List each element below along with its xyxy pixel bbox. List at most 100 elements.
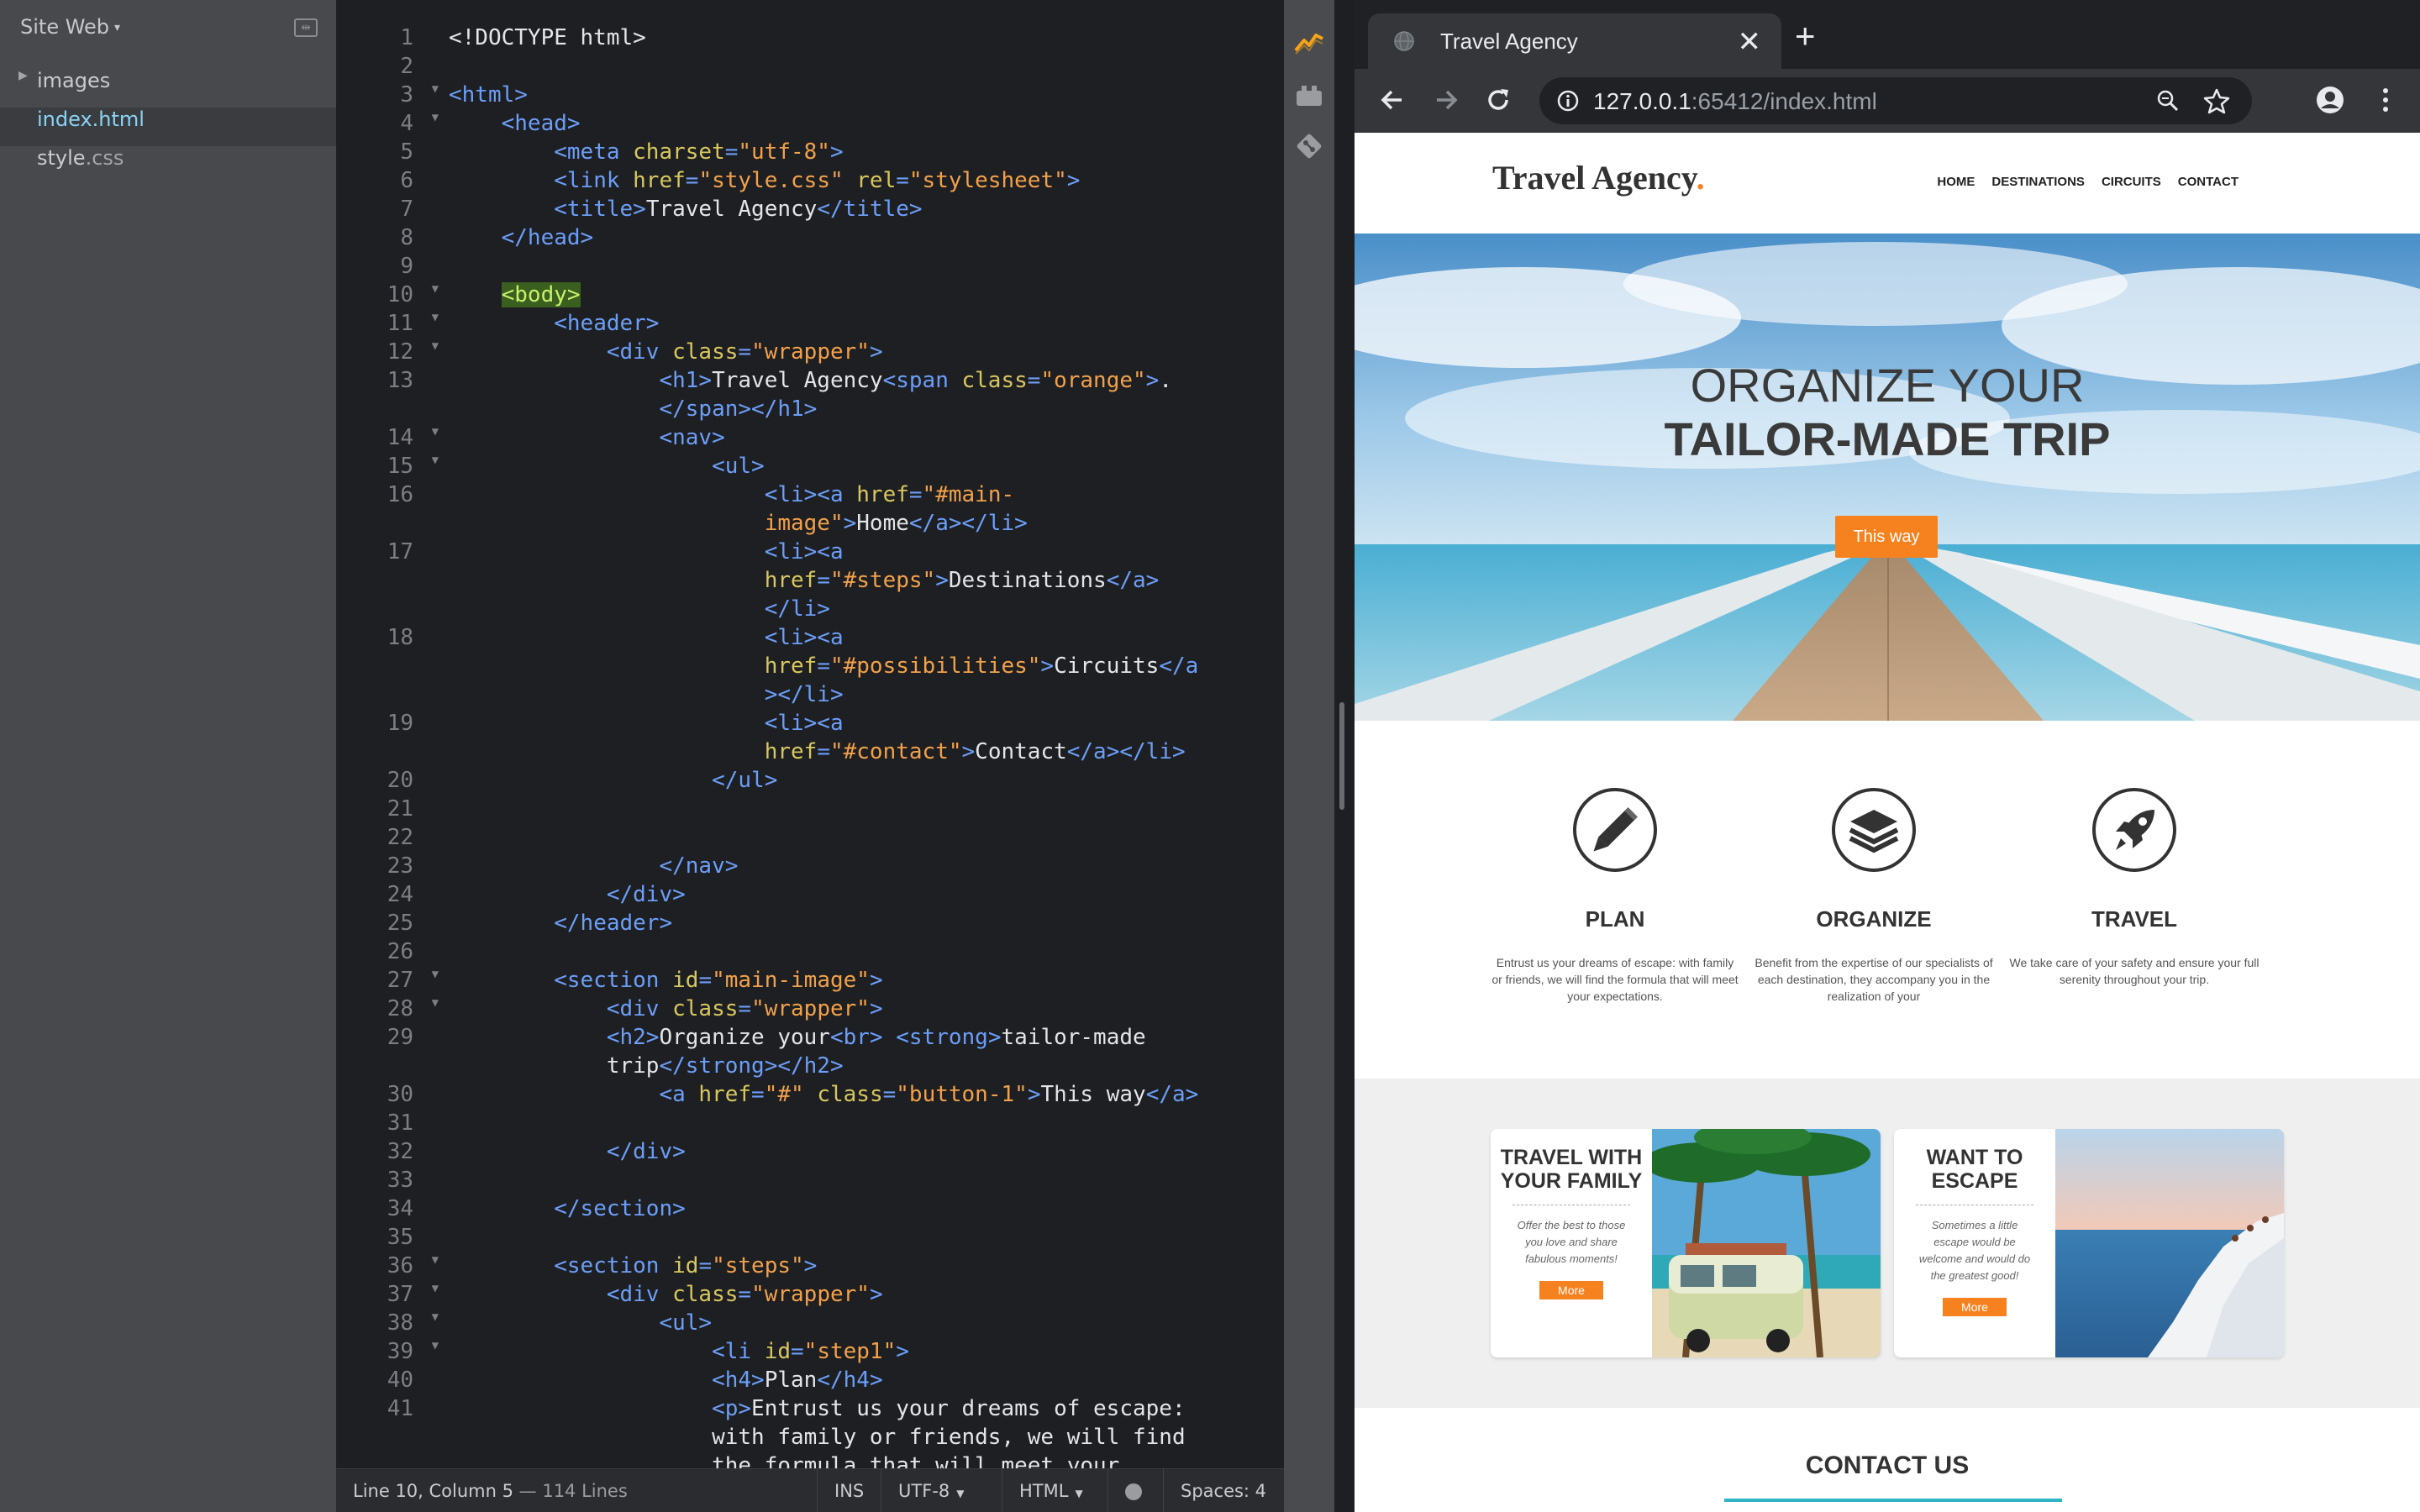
file-tree-item-index-html[interactable]: index.html [0, 108, 336, 146]
linter-status[interactable] [1107, 1469, 1161, 1512]
code-line[interactable]: <ul> [449, 1310, 1281, 1339]
splitter-grip[interactable] [1339, 702, 1344, 810]
code-line[interactable] [449, 1225, 1281, 1253]
code-line[interactable] [449, 1110, 1281, 1139]
back-arrow-icon[interactable] [1375, 82, 1410, 118]
fold-triangle-icon[interactable]: ▼ [432, 1253, 439, 1267]
code-line[interactable]: href="#possibilities">Circuits</a [449, 654, 1281, 682]
code-line[interactable]: <head> [449, 111, 1281, 139]
fold-triangle-icon[interactable]: ▼ [432, 1339, 439, 1352]
code-line[interactable]: <!DOCTYPE html> [449, 25, 1281, 54]
code-line[interactable]: </ul> [449, 768, 1281, 796]
more-button[interactable]: More [1539, 1281, 1603, 1299]
code-line[interactable]: <li><a href="#main- [449, 482, 1281, 511]
code-line[interactable]: </span></h1> [449, 396, 1281, 425]
file-tree-item-style-css[interactable]: style.css [0, 146, 336, 185]
code-line[interactable]: <title>Travel Agency</title> [449, 197, 1281, 225]
code-line[interactable]: trip</strong></h2> [449, 1053, 1281, 1082]
language-select[interactable]: HTML ▼ [1002, 1469, 1106, 1512]
nav-link-destinations[interactable]: DESTINATIONS [1991, 175, 2085, 189]
code-line[interactable] [449, 254, 1281, 282]
code-area[interactable]: <!DOCTYPE html> <html> <head> <meta chars… [449, 25, 1281, 1468]
code-line[interactable]: <ul> [449, 454, 1281, 482]
code-line[interactable]: <div class="wrapper"> [449, 996, 1281, 1025]
code-line[interactable]: </section> [449, 1196, 1281, 1225]
extension-manager-icon[interactable] [1294, 81, 1324, 111]
code-line[interactable]: <header> [449, 311, 1281, 339]
close-tab-icon[interactable]: ✕ [1738, 25, 1762, 59]
code-line[interactable]: <li id="step1"> [449, 1339, 1281, 1368]
code-editor[interactable]: 1 2 3 ▼ 4 ▼ 5 6 7 8 9 10 ▼ 11 ▼ 12 ▼ 13 14 ▼ 15 ▼ 16 17 18 19 20 21… [336, 0, 1284, 1468]
code-line[interactable]: <html> [449, 82, 1281, 111]
browser-tab[interactable]: Travel Agency ✕ [1368, 13, 1781, 69]
insert-mode-toggle[interactable]: INS [817, 1469, 881, 1512]
project-dropdown[interactable]: Site Web ▾ [20, 15, 120, 39]
code-line[interactable] [449, 1168, 1281, 1196]
more-button[interactable]: More [1943, 1298, 2007, 1316]
code-line[interactable] [449, 54, 1281, 82]
nav-link-circuits[interactable]: CIRCUITS [2102, 175, 2161, 189]
new-tab-icon[interactable]: + [1795, 18, 1816, 54]
code-line[interactable]: <link href="style.css" rel="stylesheet"> [449, 168, 1281, 197]
forward-arrow-icon[interactable] [1428, 82, 1464, 118]
code-line[interactable]: <nav> [449, 425, 1281, 454]
code-line[interactable]: ></li> [449, 682, 1281, 711]
code-line[interactable]: <meta charset="utf-8"> [449, 139, 1281, 168]
cursor-position[interactable]: Line 10, Column 5 — 114 Lines [353, 1481, 628, 1501]
code-line[interactable]: <body> [449, 282, 1281, 311]
code-line[interactable]: href="#steps">Destinations</a> [449, 568, 1281, 596]
split-view-icon[interactable]: ⇹ [294, 18, 318, 37]
fold-triangle-icon[interactable]: ▼ [432, 311, 439, 324]
fold-triangle-icon[interactable]: ▼ [432, 339, 439, 353]
more-menu-icon[interactable] [2368, 82, 2403, 118]
code-line[interactable]: </header> [449, 911, 1281, 939]
file-tree-item-images[interactable]: ▶ images [0, 69, 336, 108]
address-bar[interactable]: 127.0.0.1:65412/index.html [1539, 77, 2252, 124]
code-line[interactable]: <h2>Organize your<br> <strong>tailor-mad… [449, 1025, 1281, 1053]
code-line[interactable]: with family or friends, we will find [449, 1425, 1281, 1453]
fold-triangle-icon[interactable]: ▼ [432, 82, 439, 96]
live-preview-icon[interactable] [1294, 29, 1324, 59]
nav-link-home[interactable]: HOME [1937, 175, 1975, 189]
indent-settings[interactable]: Spaces: 4 [1163, 1469, 1284, 1512]
this-way-button[interactable]: This way [1835, 516, 1938, 558]
zoom-icon[interactable] [2156, 89, 2180, 113]
fold-triangle-icon[interactable]: ▼ [432, 968, 439, 981]
code-line[interactable] [449, 939, 1281, 968]
reload-icon[interactable] [1481, 82, 1516, 118]
code-line[interactable] [449, 796, 1281, 825]
bookmark-star-icon[interactable] [2203, 87, 2230, 114]
code-line[interactable]: </head> [449, 225, 1281, 254]
git-icon[interactable] [1294, 131, 1324, 161]
code-line[interactable]: image">Home</a></li> [449, 511, 1281, 539]
code-line[interactable]: the formula that will meet your [449, 1453, 1281, 1468]
code-line[interactable]: <section id="main-image"> [449, 968, 1281, 996]
fold-triangle-icon[interactable]: ▼ [432, 425, 439, 438]
fold-triangle-icon[interactable]: ▼ [432, 454, 439, 467]
site-logo[interactable]: Travel Agency. [1492, 158, 1705, 197]
nav-link-contact[interactable]: CONTACT [2178, 175, 2238, 189]
fold-triangle-icon[interactable]: ▼ [432, 1310, 439, 1324]
code-line[interactable]: </nav> [449, 853, 1281, 882]
encoding-select[interactable]: UTF-8 ▼ [881, 1469, 981, 1512]
fold-triangle-icon[interactable]: ▼ [432, 111, 439, 124]
code-line[interactable] [449, 825, 1281, 853]
code-line[interactable]: <li><a [449, 625, 1281, 654]
profile-avatar-icon[interactable] [2312, 82, 2348, 118]
code-line[interactable]: href="#contact">Contact</a></li> [449, 739, 1281, 768]
code-line[interactable]: <h4>Plan</h4> [449, 1368, 1281, 1396]
code-line[interactable]: <div class="wrapper"> [449, 339, 1281, 368]
code-line[interactable]: <li><a [449, 711, 1281, 739]
fold-triangle-icon[interactable]: ▼ [432, 996, 439, 1010]
code-line[interactable]: <a href="#" class="button-1">This way</a… [449, 1082, 1281, 1110]
code-line[interactable]: </div> [449, 1139, 1281, 1168]
code-line[interactable]: <h1>Travel Agency<span class="orange">. [449, 368, 1281, 396]
code-line[interactable]: <section id="steps"> [449, 1253, 1281, 1282]
pane-splitter[interactable] [1334, 0, 1355, 1512]
fold-triangle-icon[interactable]: ▼ [432, 1282, 439, 1295]
code-line[interactable]: <div class="wrapper"> [449, 1282, 1281, 1310]
code-line[interactable]: <p>Entrust us your dreams of escape: [449, 1396, 1281, 1425]
code-line[interactable]: </div> [449, 882, 1281, 911]
code-line[interactable]: </li> [449, 596, 1281, 625]
code-line[interactable]: <li><a [449, 539, 1281, 568]
